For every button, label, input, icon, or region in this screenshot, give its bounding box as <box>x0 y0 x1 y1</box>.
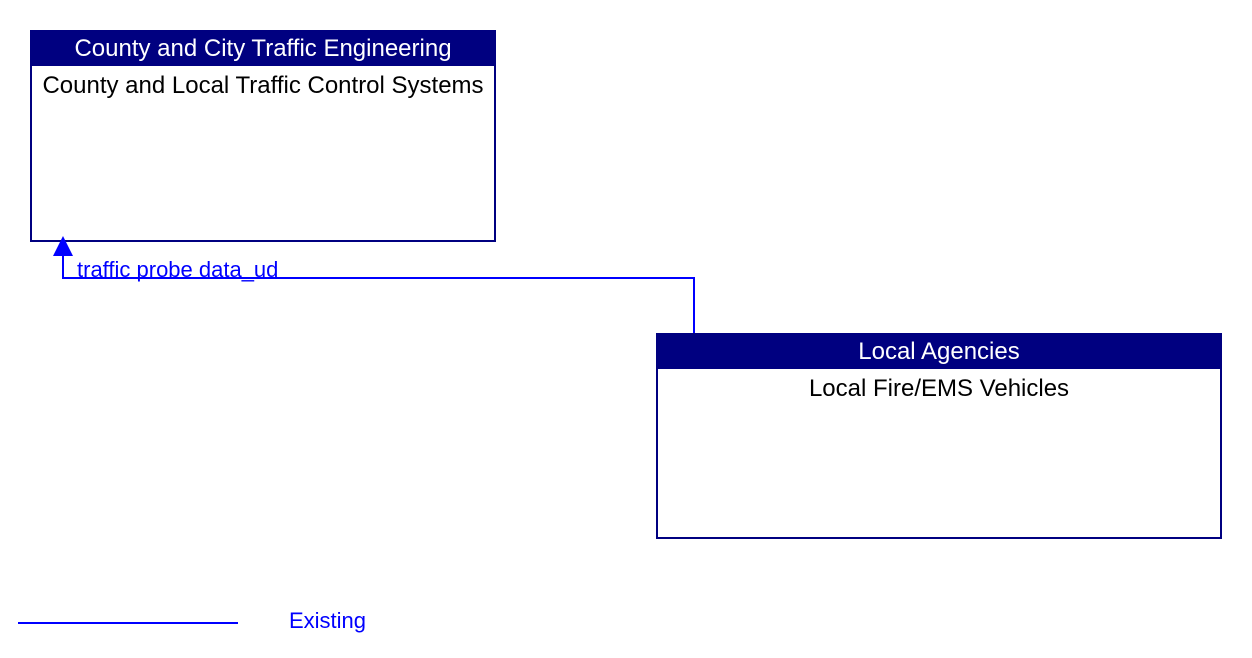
legend-label-existing: Existing <box>289 608 366 634</box>
legend-line-existing <box>18 622 238 624</box>
node-traffic-engineering-header: County and City Traffic Engineering <box>32 32 494 66</box>
node-local-agencies-body: Local Fire/EMS Vehicles <box>658 369 1220 403</box>
node-traffic-engineering: County and City Traffic Engineering Coun… <box>30 30 496 242</box>
node-traffic-engineering-body: County and Local Traffic Control Systems <box>32 66 494 100</box>
node-local-agencies-header: Local Agencies <box>658 335 1220 369</box>
connector-label: traffic probe data_ud <box>77 257 278 283</box>
node-local-agencies: Local Agencies Local Fire/EMS Vehicles <box>656 333 1222 539</box>
